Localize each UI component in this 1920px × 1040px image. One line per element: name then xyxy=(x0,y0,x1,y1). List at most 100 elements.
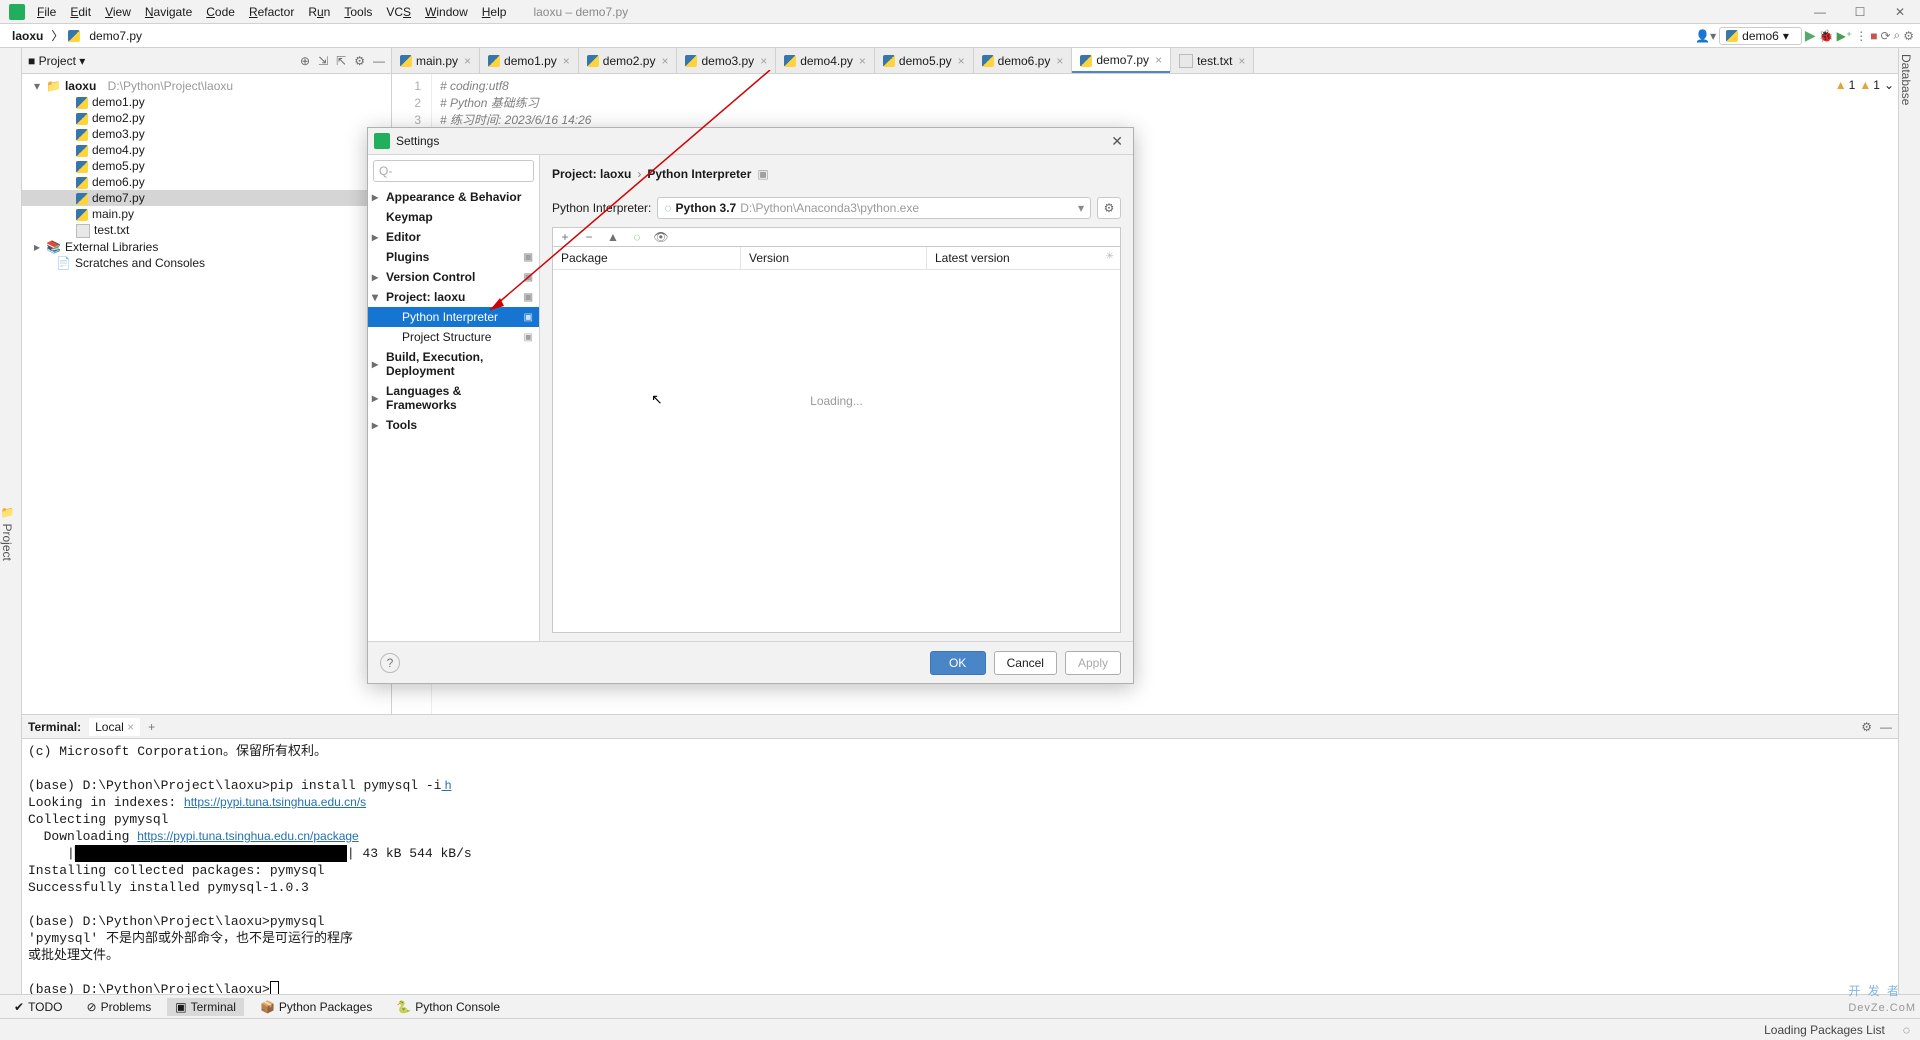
menu-navigate[interactable]: Navigate xyxy=(138,5,199,19)
window-minimize-icon[interactable]: — xyxy=(1800,5,1840,19)
menu-window[interactable]: Window xyxy=(418,5,475,19)
expand-all-icon[interactable]: ⇲ xyxy=(318,54,328,68)
settings-cat-python-interpreter[interactable]: Python Interpreter▣ xyxy=(368,307,539,327)
file-row[interactable]: demo3.py xyxy=(22,126,391,142)
hide-icon[interactable]: — xyxy=(1880,720,1892,734)
dialog-close-button[interactable]: ✕ xyxy=(1107,133,1127,150)
col-package[interactable]: Package xyxy=(553,247,741,269)
close-tab-icon[interactable]: × xyxy=(661,54,668,68)
close-tab-icon[interactable]: × xyxy=(760,54,767,68)
remove-package-button[interactable]: − xyxy=(581,230,597,244)
close-tab-icon[interactable]: × xyxy=(859,54,866,68)
menu-file[interactable]: File xyxy=(30,5,63,19)
tab-main[interactable]: main.py× xyxy=(392,48,480,73)
cancel-button[interactable]: Cancel xyxy=(994,651,1057,675)
tab-testtxt[interactable]: test.txt× xyxy=(1171,48,1254,73)
more-run-button[interactable]: ⋮ xyxy=(1855,29,1867,43)
menu-edit[interactable]: Edit xyxy=(63,5,98,19)
terminal-tab-local[interactable]: Local × xyxy=(89,718,140,736)
close-tab-icon[interactable]: × xyxy=(464,54,471,68)
user-icon[interactable]: 👤▾ xyxy=(1695,29,1716,43)
close-tab-icon[interactable]: × xyxy=(1238,54,1245,68)
settings-cat-version-control[interactable]: ▸Version Control▣ xyxy=(368,267,539,287)
tab-demo4[interactable]: demo4.py× xyxy=(776,48,875,73)
run-button[interactable]: ▶ xyxy=(1805,27,1816,44)
interpreter-gear-button[interactable]: ⚙ xyxy=(1097,197,1121,219)
scratches-row[interactable]: 📄Scratches and Consoles xyxy=(22,255,391,271)
tw-python-packages[interactable]: 📦 Python Packages xyxy=(252,998,380,1016)
tab-demo5[interactable]: demo5.py× xyxy=(875,48,974,73)
hide-icon[interactable]: — xyxy=(373,54,385,68)
show-early-button[interactable]: 👁 xyxy=(653,230,669,244)
close-tab-icon[interactable]: × xyxy=(1056,54,1063,68)
breadcrumb-file[interactable]: demo7.py xyxy=(85,29,146,43)
file-row[interactable]: demo2.py xyxy=(22,110,391,126)
search-icon[interactable]: ⌕ xyxy=(1894,28,1901,43)
dialog-titlebar[interactable]: Settings ✕ xyxy=(368,128,1133,154)
menu-help[interactable]: Help xyxy=(475,5,514,19)
settings-search-input[interactable]: Q- xyxy=(373,160,534,182)
interpreter-select[interactable]: ◌ Python 3.7 D:\Python\Anaconda3\python.… xyxy=(657,197,1091,219)
close-tab-icon[interactable]: × xyxy=(958,54,965,68)
breadcrumb-root[interactable]: laoxu xyxy=(8,29,47,43)
window-close-icon[interactable]: ✕ xyxy=(1880,5,1920,19)
tab-demo7-active[interactable]: demo7.py× xyxy=(1072,48,1171,73)
inspection-widget[interactable]: ▲1 ▲1 ⌄ xyxy=(1835,78,1894,92)
stop-button[interactable]: ■ xyxy=(1870,29,1877,43)
close-tab-icon[interactable]: × xyxy=(1155,53,1162,67)
menu-tools[interactable]: Tools xyxy=(337,5,379,19)
tw-python-console[interactable]: 🐍 Python Console xyxy=(388,998,508,1016)
collapse-icon[interactable]: ⇱ xyxy=(336,54,346,68)
tab-demo6[interactable]: demo6.py× xyxy=(974,48,1073,73)
menu-view[interactable]: View xyxy=(98,5,138,19)
help-button[interactable]: ? xyxy=(380,653,400,673)
close-tab-icon[interactable]: × xyxy=(563,54,570,68)
menu-refactor[interactable]: Refactor xyxy=(242,5,301,19)
ok-button[interactable]: OK xyxy=(930,651,986,675)
file-row[interactable]: demo5.py xyxy=(22,158,391,174)
tab-demo1[interactable]: demo1.py× xyxy=(480,48,579,73)
update-button[interactable]: ⟳ xyxy=(1880,29,1890,43)
chevron-icon[interactable]: ⌄ xyxy=(1884,78,1894,92)
gear-icon[interactable]: ⚙ xyxy=(354,54,365,68)
menu-run[interactable]: Run xyxy=(301,5,337,19)
file-row[interactable]: demo4.py xyxy=(22,142,391,158)
close-tab-icon[interactable]: × xyxy=(127,720,134,734)
settings-cat-tools[interactable]: ▸Tools xyxy=(368,415,539,435)
left-tool-strip[interactable]: 📁 Project xyxy=(0,48,22,1014)
window-maximize-icon[interactable]: ☐ xyxy=(1840,5,1880,19)
terminal-body[interactable]: (c) Microsoft Corporation。保留所有权利。 (base)… xyxy=(22,739,1898,1002)
col-latest[interactable]: Latest version xyxy=(927,247,1120,269)
add-package-button[interactable]: + xyxy=(557,230,573,244)
external-libs-row[interactable]: ▸📚External Libraries xyxy=(22,239,391,255)
tab-demo2[interactable]: demo2.py× xyxy=(579,48,678,73)
project-tw-dropdown[interactable]: ■ Project ▾ xyxy=(28,54,85,68)
settings-cat-appearance-behavior[interactable]: ▸Appearance & Behavior xyxy=(368,187,539,207)
file-row[interactable]: test.txt xyxy=(22,222,391,239)
settings-cat-project-laoxu[interactable]: ▾Project: laoxu▣ xyxy=(368,287,539,307)
coverage-button[interactable]: ▶⁺ xyxy=(1837,29,1853,43)
upgrade-package-button[interactable]: ▲ xyxy=(605,230,621,244)
project-root-row[interactable]: ▾ 📁 laoxu D:\Python\Project\laoxu xyxy=(22,78,391,94)
new-terminal-tab-button[interactable]: + xyxy=(148,720,155,734)
tw-problems[interactable]: ⊘ Problems xyxy=(79,998,160,1016)
file-row[interactable]: demo1.py xyxy=(22,94,391,110)
settings-cat-project-structure[interactable]: Project Structure▣ xyxy=(368,327,539,347)
settings-icon[interactable]: ⚙ xyxy=(1903,29,1914,43)
settings-cat-build-execution-deployment[interactable]: ▸Build, Execution, Deployment xyxy=(368,347,539,381)
file-row[interactable]: demo6.py xyxy=(22,174,391,190)
settings-cat-keymap[interactable]: Keymap xyxy=(368,207,539,227)
file-row[interactable]: main.py xyxy=(22,206,391,222)
run-config-select[interactable]: demo6 ▾ xyxy=(1719,27,1802,45)
target-icon[interactable]: ⊕ xyxy=(300,54,310,68)
debug-button[interactable]: 🐞 xyxy=(1819,29,1834,43)
gear-icon[interactable]: ⚙ xyxy=(1861,720,1872,734)
tw-todo[interactable]: ✔ TODO xyxy=(6,998,71,1016)
settings-cat-editor[interactable]: ▸Editor xyxy=(368,227,539,247)
package-table[interactable]: Package Version Latest version ✳ Loading… xyxy=(552,246,1121,633)
menu-code[interactable]: Code xyxy=(199,5,242,19)
tw-terminal[interactable]: ▣ Terminal xyxy=(167,998,244,1016)
tab-demo3[interactable]: demo3.py× xyxy=(677,48,776,73)
menu-vcs[interactable]: VCS xyxy=(379,5,418,19)
apply-button[interactable]: Apply xyxy=(1065,651,1121,675)
